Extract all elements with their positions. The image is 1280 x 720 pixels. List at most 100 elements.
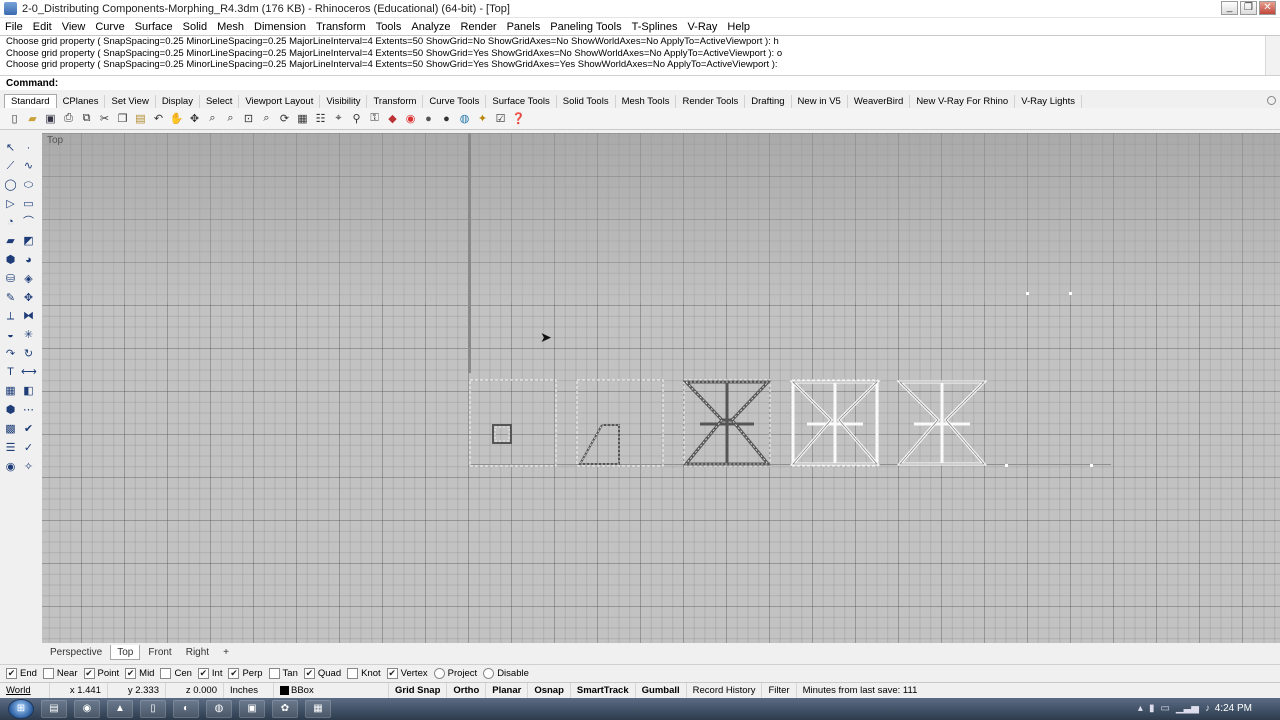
check-object-icon[interactable]: ✓: [21, 441, 36, 456]
mesh-icon[interactable]: ◈: [21, 272, 36, 287]
boolean-icon[interactable]: ◒: [3, 328, 18, 343]
command-history[interactable]: Choose grid property ( SnapSpacing=0.25 …: [0, 35, 1280, 76]
text-icon[interactable]: T: [3, 365, 18, 380]
osnap-vertex[interactable]: ✔ Vertex: [386, 667, 428, 679]
osnap-disable[interactable]: Disable: [483, 667, 529, 679]
component-5[interactable]: [896, 380, 988, 466]
start-button[interactable]: ⊞: [8, 699, 34, 719]
osnap-quad[interactable]: ✔ Quad: [303, 667, 341, 679]
dimension-icon[interactable]: ⟷: [21, 365, 37, 380]
solid-box-icon[interactable]: ⬢: [3, 403, 18, 418]
sphere-solid-icon[interactable]: ◕: [21, 253, 36, 268]
check-icon[interactable]: ✔: [21, 422, 36, 437]
menu-mesh[interactable]: Mesh: [212, 21, 249, 33]
menu-tools[interactable]: Tools: [371, 21, 407, 33]
ortho-toggle[interactable]: Ortho: [447, 683, 487, 698]
checkbox-perp[interactable]: ✔: [228, 667, 240, 679]
menu-v-ray[interactable]: V-Ray: [682, 21, 722, 33]
options-icon[interactable]: ☑: [493, 111, 508, 126]
print-icon[interactable]: ⎙: [61, 111, 76, 126]
save-icon[interactable]: ▣: [43, 111, 58, 126]
select-icon[interactable]: ⌖: [331, 111, 346, 126]
maximize-button[interactable]: ❐: [1240, 1, 1257, 15]
polygon-icon[interactable]: ▷: [3, 197, 18, 212]
app-icon[interactable]: ◍: [206, 700, 232, 718]
tab-visibility[interactable]: Visibility: [320, 95, 368, 108]
move-icon[interactable]: ↷: [3, 347, 18, 362]
layer-indicator[interactable]: BBox: [274, 683, 389, 698]
color-wheel-icon[interactable]: ◉: [403, 111, 418, 126]
osnap-perp[interactable]: ✔ Perp: [228, 667, 263, 679]
tab-curve-tools[interactable]: Curve Tools: [423, 95, 487, 108]
checkbox-disable[interactable]: [483, 667, 495, 679]
checkbox-point[interactable]: ✔: [83, 667, 95, 679]
array-icon[interactable]: ▦: [3, 384, 18, 399]
rotate-icon[interactable]: ✥: [187, 111, 202, 126]
checkbox-int[interactable]: ✔: [197, 667, 209, 679]
cylinder-icon[interactable]: ⛁: [3, 272, 18, 287]
copy-icon[interactable]: ❐: [115, 111, 130, 126]
grid-array-icon[interactable]: ▩: [3, 422, 18, 437]
tab-select[interactable]: Select: [200, 95, 240, 108]
tab-front[interactable]: Front: [142, 645, 177, 660]
zoom-window-icon[interactable]: ⌕: [223, 111, 238, 126]
osnap-project[interactable]: Project: [433, 667, 477, 679]
history-scrollbar[interactable]: [1265, 36, 1280, 76]
polyline-icon[interactable]: ⟋: [3, 159, 18, 174]
fillet-icon[interactable]: ⌒: [21, 215, 36, 230]
planar-toggle[interactable]: Planar: [486, 683, 529, 698]
help-icon[interactable]: ❓: [511, 111, 526, 126]
curve-icon[interactable]: ∿: [21, 159, 36, 174]
cut-icon[interactable]: ✂: [97, 111, 112, 126]
menu-help[interactable]: Help: [722, 21, 755, 33]
tray-arrow-icon[interactable]: ▴: [1138, 703, 1143, 714]
media-icon[interactable]: ◐: [173, 700, 199, 718]
checkbox-near[interactable]: [42, 667, 54, 679]
tab-mesh-tools[interactable]: Mesh Tools: [616, 95, 677, 108]
mirror-icon[interactable]: ◧: [21, 384, 36, 399]
render-tool-icon[interactable]: ◉: [3, 460, 18, 475]
tab-render-tools[interactable]: Render Tools: [676, 95, 746, 108]
zoom-icon[interactable]: ⌕: [205, 111, 220, 126]
osnap-tan[interactable]: Tan: [268, 667, 298, 679]
menu-t-splines[interactable]: T-Splines: [627, 21, 683, 33]
tab-v-ray-lights[interactable]: V-Ray Lights: [1015, 95, 1083, 108]
menu-dimension[interactable]: Dimension: [249, 21, 311, 33]
select-arrow-icon[interactable]: ↖: [3, 141, 18, 156]
transform-icon[interactable]: ✥: [21, 291, 36, 306]
toolbar-options-icon[interactable]: [1267, 96, 1276, 105]
command-input[interactable]: [60, 77, 1261, 89]
light-tool-icon[interactable]: ✧: [21, 460, 36, 475]
tab-surface-tools[interactable]: Surface Tools: [486, 95, 557, 108]
battery-icon[interactable]: ▭: [1160, 703, 1169, 714]
tab-transform[interactable]: Transform: [367, 95, 424, 108]
menu-analyze[interactable]: Analyze: [406, 21, 455, 33]
import-icon[interactable]: ⧉: [79, 111, 94, 126]
circle-icon[interactable]: ◯: [3, 178, 18, 193]
checkbox-vertex[interactable]: ✔: [386, 667, 398, 679]
menu-edit[interactable]: Edit: [28, 21, 57, 33]
gumball-toggle[interactable]: Gumball: [636, 683, 687, 698]
open-icon[interactable]: ▰: [25, 111, 40, 126]
zoom-selected-icon[interactable]: ⌕: [259, 111, 274, 126]
tab-weaverbird[interactable]: WeaverBird: [848, 95, 911, 108]
sphere-icon[interactable]: ●: [439, 111, 454, 126]
rotate-view-icon[interactable]: ⟳: [277, 111, 292, 126]
properties-icon[interactable]: ☷: [313, 111, 328, 126]
checkbox-cen[interactable]: [160, 667, 172, 679]
signal-icon[interactable]: ▁▃▅: [1176, 703, 1199, 714]
analyze-icon[interactable]: ⋯: [21, 403, 36, 418]
osnap-cen[interactable]: Cen: [160, 667, 192, 679]
osnap-end[interactable]: ✔ End: [6, 667, 37, 679]
explorer-icon[interactable]: ▤: [41, 700, 67, 718]
osnap-knot[interactable]: Knot: [347, 667, 381, 679]
menu-render[interactable]: Render: [456, 21, 502, 33]
component-1[interactable]: [469, 379, 557, 467]
pdf-icon[interactable]: ▣: [239, 700, 265, 718]
paste-icon[interactable]: ▤: [133, 111, 148, 126]
menu-view[interactable]: View: [57, 21, 91, 33]
tab-right[interactable]: Right: [180, 645, 215, 660]
loft-icon[interactable]: ◩: [21, 234, 36, 249]
tab-new-in-v5[interactable]: New in V5: [792, 95, 848, 108]
material-icon[interactable]: ●: [421, 111, 436, 126]
